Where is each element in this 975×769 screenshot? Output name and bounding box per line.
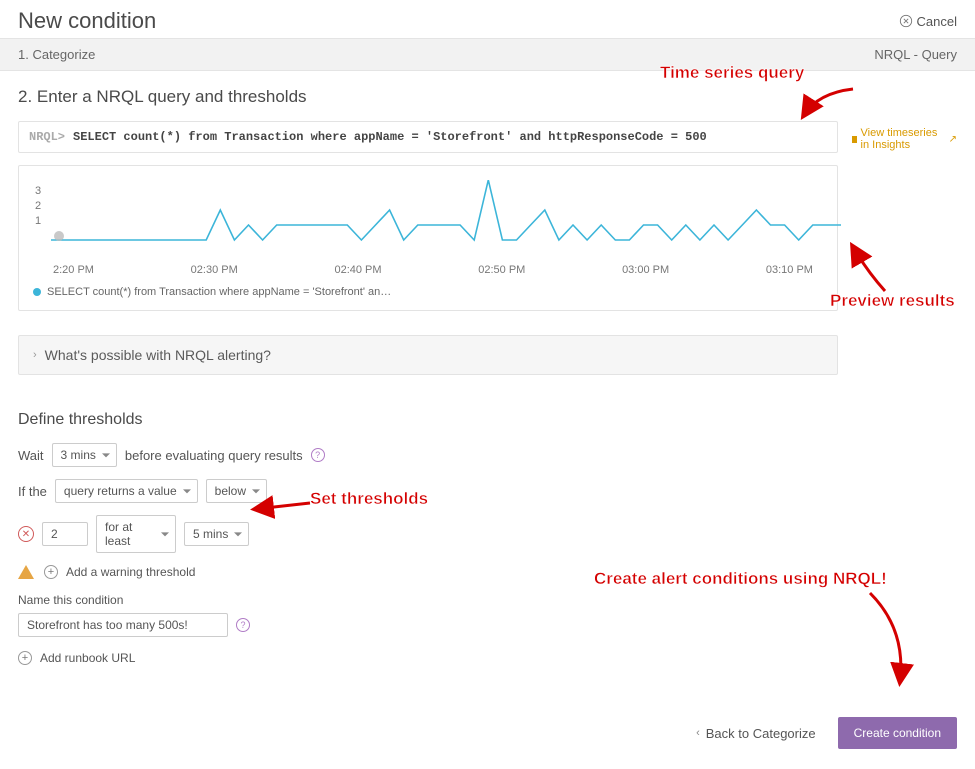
breadcrumb: 1. Categorize NRQL - Query xyxy=(0,38,975,71)
query-text: SELECT count(*) from Transaction where a… xyxy=(73,130,827,144)
name-condition-label: Name this condition xyxy=(18,593,957,607)
wait-label: Wait xyxy=(18,448,44,463)
breadcrumb-query-type: NRQL - Query xyxy=(874,47,957,62)
close-icon xyxy=(899,14,913,28)
condition-name-input[interactable] xyxy=(18,613,228,637)
warning-icon xyxy=(18,565,34,579)
add-runbook-link[interactable]: Add runbook URL xyxy=(40,651,135,665)
query-prefix: NRQL> xyxy=(29,130,65,144)
chart-line xyxy=(51,180,841,258)
if-condition-select[interactable]: query returns a value xyxy=(55,479,198,503)
nrql-query-input[interactable]: NRQL> SELECT count(*) from Transaction w… xyxy=(18,121,838,153)
breadcrumb-step-1[interactable]: 1. Categorize xyxy=(18,47,95,62)
external-link-icon: ↗ xyxy=(949,134,957,145)
if-label: If the xyxy=(18,484,47,499)
back-label: Back to Categorize xyxy=(706,726,816,741)
wait-after-label: before evaluating query results xyxy=(125,448,303,463)
step-title: 2. Enter a NRQL query and thresholds xyxy=(18,87,957,107)
remove-critical-icon[interactable]: ✕ xyxy=(18,526,34,542)
insights-icon xyxy=(852,136,857,143)
critical-value-input[interactable] xyxy=(42,522,88,546)
critical-duration-select[interactable]: 5 mins xyxy=(184,522,249,546)
view-insights-link[interactable]: View timeseries in Insights ↗ xyxy=(852,121,957,151)
cancel-label: Cancel xyxy=(917,14,957,29)
page-title: New condition xyxy=(18,8,156,34)
chart-legend-label: SELECT count(*) from Transaction where a… xyxy=(47,286,391,298)
expander-label: What's possible with NRQL alerting? xyxy=(45,347,271,363)
define-thresholds-title: Define thresholds xyxy=(18,411,957,429)
legend-dot-icon xyxy=(33,288,41,296)
back-to-categorize-link[interactable]: ‹ Back to Categorize xyxy=(696,726,816,741)
chart-preview: 3 2 1 2:20 PM 02:30 PM 02:40 PM 02:50 PM… xyxy=(18,165,838,311)
annotation-text: Preview results xyxy=(830,291,955,311)
chart-y-axis-labels: 3 2 1 xyxy=(35,184,41,229)
create-condition-button[interactable]: Create condition xyxy=(838,717,957,749)
add-runbook-icon[interactable]: + xyxy=(18,651,32,665)
critical-for-select[interactable]: for at least xyxy=(96,515,176,553)
if-direction-select[interactable]: below xyxy=(206,479,267,503)
chart-legend: SELECT count(*) from Transaction where a… xyxy=(33,286,823,298)
chart-x-axis-labels: 2:20 PM 02:30 PM 02:40 PM 02:50 PM 03:00… xyxy=(53,264,813,276)
help-icon[interactable]: ? xyxy=(311,448,325,462)
chevron-right-icon: › xyxy=(33,349,37,361)
add-warning-icon[interactable]: + xyxy=(44,565,58,579)
cancel-button[interactable]: Cancel xyxy=(899,14,957,29)
help-icon[interactable]: ? xyxy=(236,618,250,632)
insights-link-label: View timeseries in Insights xyxy=(861,127,945,151)
nrql-help-expander[interactable]: › What's possible with NRQL alerting? xyxy=(18,335,838,375)
add-warning-threshold-link[interactable]: Add a warning threshold xyxy=(66,565,195,579)
chevron-left-icon: ‹ xyxy=(696,727,700,739)
wait-duration-select[interactable]: 3 mins xyxy=(52,443,117,467)
